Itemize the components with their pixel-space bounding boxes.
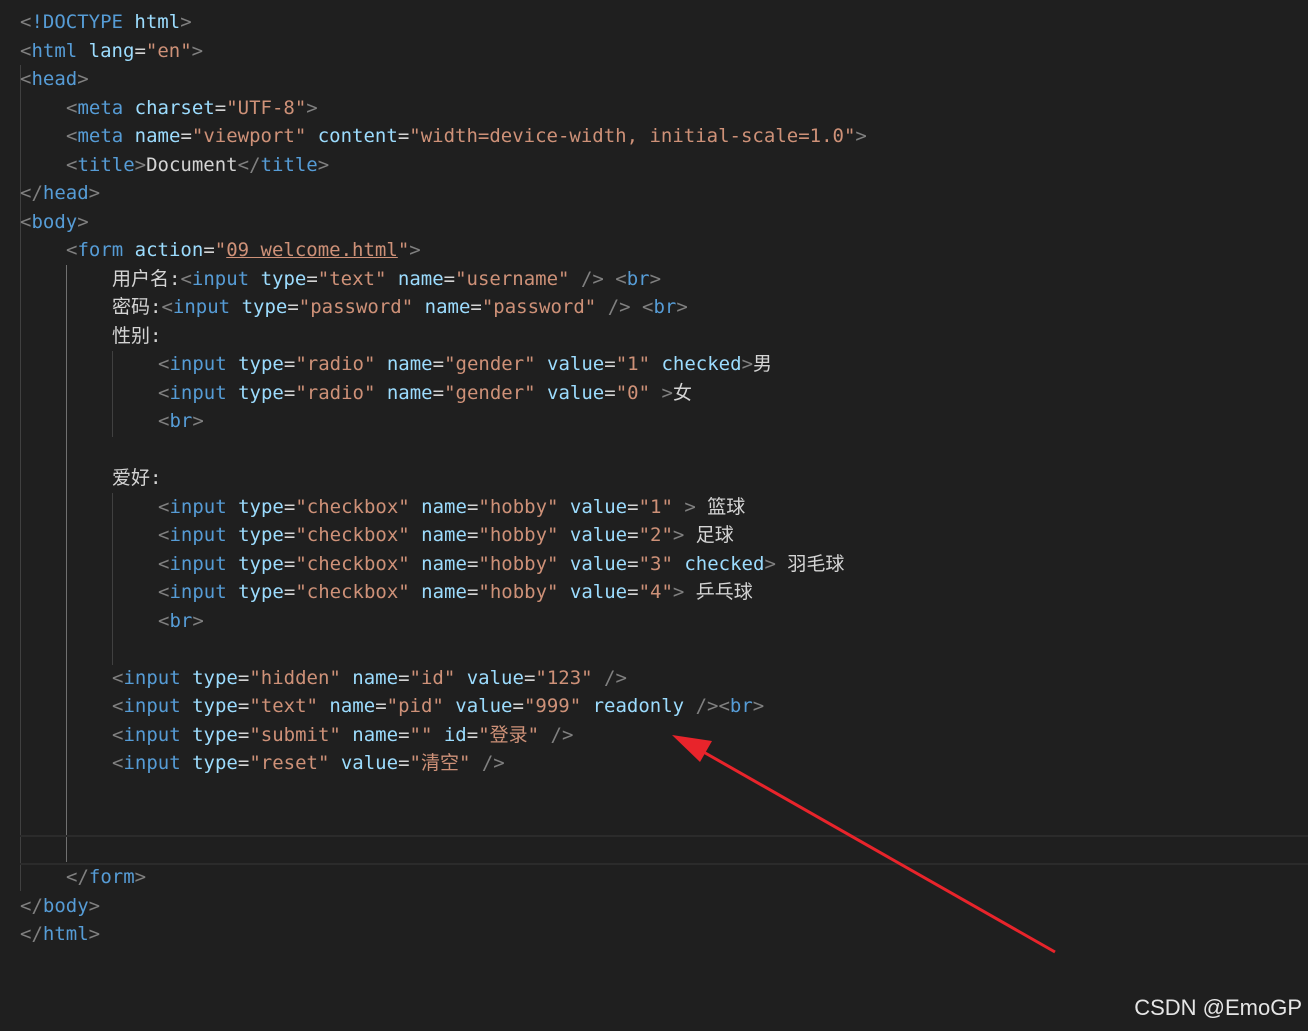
code-editor[interactable]: <!DOCTYPE html> <html lang="en"> <head> <me… bbox=[0, 0, 1308, 1031]
red-annotation-arrow-icon bbox=[672, 735, 1056, 954]
csdn-watermark: CSDN @EmoGP bbox=[1134, 995, 1302, 1020]
